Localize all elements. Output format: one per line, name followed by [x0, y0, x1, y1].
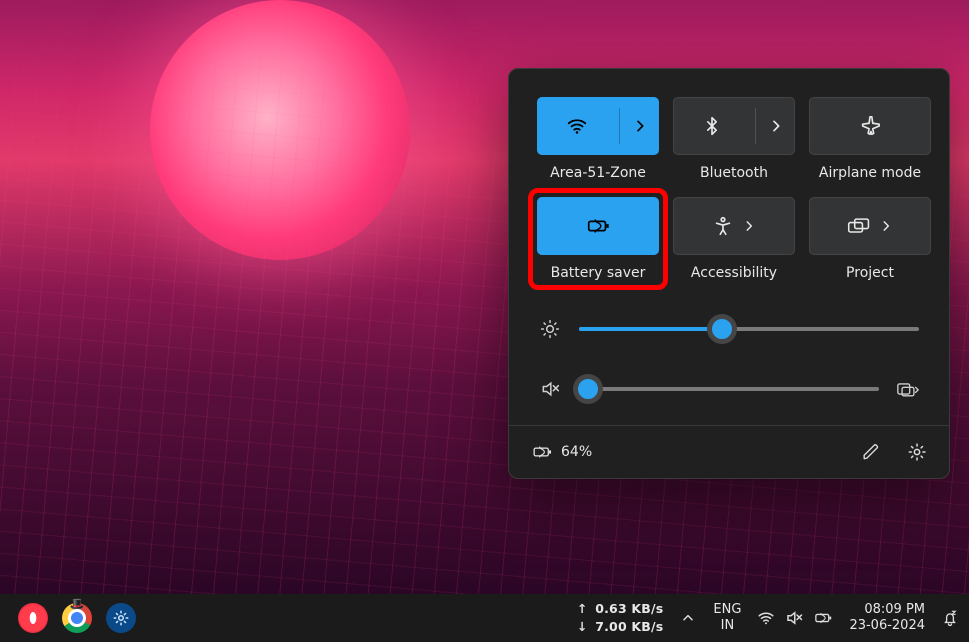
audio-output-icon — [897, 380, 919, 398]
project-tile-label: Project — [846, 265, 894, 281]
arrow-down-icon: ↓ — [573, 618, 591, 636]
battery-saver-icon — [531, 443, 553, 461]
tile-divider — [619, 108, 620, 144]
tile-wrap-project: Project — [809, 197, 931, 281]
brightness-fill — [579, 327, 722, 331]
wifi-icon — [757, 609, 775, 627]
project-icon — [847, 216, 871, 236]
taskbar-apps: 🎩 — [18, 603, 136, 633]
tray-overflow-button[interactable] — [679, 609, 697, 627]
wifi-expand-button[interactable] — [632, 118, 648, 134]
airplane-icon — [810, 115, 930, 137]
bluetooth-tile-label: Bluetooth — [700, 165, 768, 181]
brightness-icon — [539, 319, 561, 339]
tile-wrap-airplane: Airplane mode — [809, 97, 931, 181]
clock[interactable]: 08:09 PM 23-06-2024 — [849, 602, 925, 633]
panel-footer: 64% — [509, 425, 949, 478]
notification-center-button[interactable] — [941, 609, 959, 627]
wallpaper-sun — [150, 0, 410, 260]
time-text: 08:09 PM — [849, 602, 925, 618]
brightness-row — [539, 319, 919, 339]
volume-muted-icon — [539, 379, 561, 399]
sliders-section — [509, 289, 949, 425]
tile-wrap-bluetooth: Bluetooth — [673, 97, 795, 181]
bluetooth-tile[interactable] — [673, 97, 795, 155]
chevron-right-icon — [879, 219, 893, 233]
net-up-text: 0.63 KB/s — [595, 601, 663, 617]
battery-saver-tile[interactable] — [537, 197, 659, 255]
tile-divider — [755, 108, 756, 144]
airplane-tile[interactable] — [809, 97, 931, 155]
tile-wrap-battery-saver: Battery saver — [537, 197, 659, 281]
tile-wrap-accessibility: Accessibility — [673, 197, 795, 281]
volume-thumb[interactable] — [573, 374, 603, 404]
volume-slider[interactable] — [579, 387, 879, 391]
battery-status[interactable]: 64% — [531, 443, 592, 461]
accessibility-tile[interactable] — [673, 197, 795, 255]
battery-percent-text: 64% — [561, 444, 592, 460]
taskbar-app-opera[interactable] — [18, 603, 48, 633]
quick-settings-panel: Area-51-Zone Bluetooth Airplane — [508, 68, 950, 479]
chevron-up-icon — [681, 611, 695, 625]
tile-wrap-wifi: Area-51-Zone — [537, 97, 659, 181]
system-tray: ↑0.63 KB/s ↓7.00 KB/s ENG IN 08:09 PM 23… — [573, 600, 959, 636]
language-bottom: IN — [713, 618, 741, 634]
bluetooth-expand-button[interactable] — [768, 118, 784, 134]
language-indicator[interactable]: ENG IN — [713, 602, 741, 633]
edit-quick-settings-button[interactable] — [857, 438, 885, 466]
chevron-right-icon — [742, 219, 756, 233]
brightness-slider[interactable] — [579, 327, 919, 331]
pencil-icon — [862, 443, 880, 461]
notification-snooze-icon — [941, 609, 959, 627]
chevron-right-icon — [632, 118, 648, 134]
gear-icon — [112, 609, 130, 627]
taskbar-app-chrome[interactable]: 🎩 — [62, 603, 92, 633]
volume-row — [539, 379, 919, 399]
airplane-tile-label: Airplane mode — [819, 165, 921, 181]
gear-icon — [907, 442, 927, 462]
network-speed-indicator[interactable]: ↑0.63 KB/s ↓7.00 KB/s — [573, 600, 663, 636]
battery-saver-tile-label: Battery saver — [537, 265, 659, 281]
project-expand-button[interactable] — [879, 219, 893, 233]
project-tile[interactable] — [809, 197, 931, 255]
accessibility-tile-label: Accessibility — [691, 265, 777, 281]
taskbar-app-settings[interactable] — [106, 603, 136, 633]
accessibility-icon — [712, 215, 734, 237]
battery-saver-highlight: Battery saver — [528, 188, 668, 290]
status-icon-group[interactable] — [757, 609, 833, 627]
net-down-text: 7.00 KB/s — [595, 619, 663, 635]
battery-saver-icon — [813, 610, 833, 626]
volume-muted-icon — [785, 609, 803, 627]
taskbar: 🎩 ↑0.63 KB/s ↓7.00 KB/s ENG IN — [0, 594, 969, 642]
date-text: 23-06-2024 — [849, 618, 925, 634]
battery-saver-icon — [538, 215, 658, 237]
wifi-tile-label: Area-51-Zone — [550, 165, 646, 181]
arrow-up-icon: ↑ — [573, 600, 591, 618]
brightness-thumb[interactable] — [707, 314, 737, 344]
audio-output-button[interactable] — [897, 380, 919, 398]
accessibility-expand-button[interactable] — [742, 219, 756, 233]
language-top: ENG — [713, 602, 741, 618]
open-settings-button[interactable] — [903, 438, 931, 466]
quick-settings-tiles: Area-51-Zone Bluetooth Airplane — [509, 69, 949, 289]
wifi-tile[interactable] — [537, 97, 659, 155]
chevron-right-icon — [768, 118, 784, 134]
